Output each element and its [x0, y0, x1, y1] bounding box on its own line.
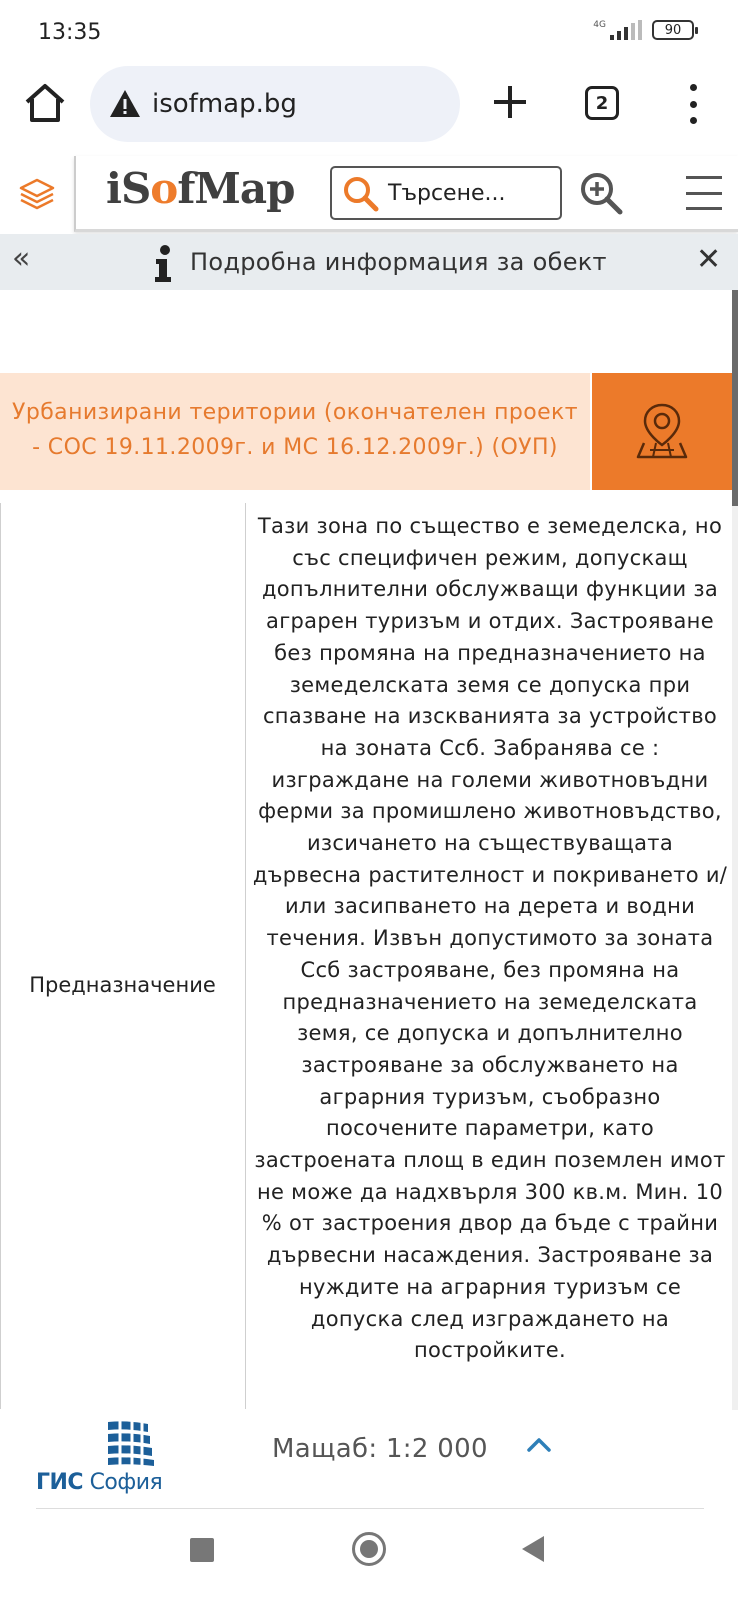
home-icon	[25, 84, 65, 122]
browser-toolbar: isofmap.bg 2	[0, 62, 738, 154]
zoom-in-icon	[581, 173, 623, 215]
system-navigation-bar	[0, 1510, 738, 1599]
close-icon: ✕	[696, 242, 722, 277]
network-type: 4G	[593, 20, 606, 30]
app-footer: ГИС София Мащаб: 1:2 000	[0, 1410, 738, 1510]
gis-sofia-logo-text: ГИС София	[36, 1470, 163, 1495]
info-panel-header: « Подробна информация за обект ✕	[0, 234, 738, 290]
attributes-table: Предназначение Тази зона по същество е з…	[0, 503, 732, 1409]
map-pin-icon	[636, 403, 688, 459]
search-icon	[344, 177, 379, 212]
scrollbar-thumb[interactable]	[732, 290, 738, 506]
url-text: isofmap.bg	[152, 89, 297, 119]
locate-on-map-button[interactable]	[590, 373, 732, 490]
layers-icon	[19, 178, 55, 210]
new-tab-button[interactable]	[488, 80, 532, 124]
battery-icon: 90	[652, 20, 698, 40]
isofmap-logo[interactable]: iSofMap	[106, 164, 295, 213]
menu-button[interactable]	[686, 176, 722, 210]
zoom-in-button[interactable]	[576, 168, 626, 218]
layers-button[interactable]	[0, 156, 74, 232]
layer-title: Урбанизирани територии (окончателен прое…	[12, 400, 578, 460]
address-bar[interactable]: isofmap.bg	[90, 66, 460, 142]
app-header: iSofMap Търсене...	[0, 156, 738, 232]
attribute-value: Тази зона по същество е земеделска, но с…	[252, 514, 728, 1363]
warning-icon[interactable]	[108, 87, 142, 121]
plus-icon	[494, 86, 526, 118]
search-placeholder: Търсене...	[388, 180, 506, 206]
attribute-key: Предназначение	[29, 973, 216, 997]
close-panel-button[interactable]: ✕	[696, 242, 721, 278]
table-border	[0, 503, 1, 1409]
signal-icon	[610, 20, 642, 40]
search-input[interactable]: Търсене...	[330, 166, 562, 220]
header-bar: iSofMap Търсене...	[74, 156, 738, 232]
scale-label: Мащаб: 1:2 000	[272, 1434, 488, 1464]
status-bar: 13:35 4G 90	[0, 0, 738, 62]
recents-button[interactable]	[190, 1538, 214, 1562]
more-icon	[689, 84, 697, 91]
tab-count: 2	[595, 92, 609, 114]
back-button[interactable]	[522, 1536, 544, 1562]
browser-menu-button[interactable]	[678, 84, 708, 124]
tab-switcher-button[interactable]: 2	[585, 86, 619, 120]
column-divider	[245, 503, 246, 1409]
battery-level: 90	[664, 22, 682, 38]
panel-title: Подробна информация за обект	[190, 248, 607, 276]
collapse-panel-button[interactable]: «	[12, 242, 30, 276]
home-nav-button[interactable]	[352, 1532, 386, 1566]
chevron-up-icon	[527, 1438, 551, 1452]
double-chevron-left-icon: «	[12, 241, 31, 276]
hamburger-icon	[686, 176, 722, 179]
status-indicators: 4G 90	[593, 20, 698, 40]
expand-footer-button[interactable]	[522, 1428, 556, 1462]
info-icon	[155, 245, 171, 282]
home-button[interactable]	[22, 80, 68, 126]
logo-pin-letter: o	[150, 164, 178, 213]
footer-divider	[36, 1508, 704, 1509]
layer-header: Урбанизирани територии (окончателен прое…	[0, 373, 590, 490]
status-time: 13:35	[38, 20, 102, 45]
